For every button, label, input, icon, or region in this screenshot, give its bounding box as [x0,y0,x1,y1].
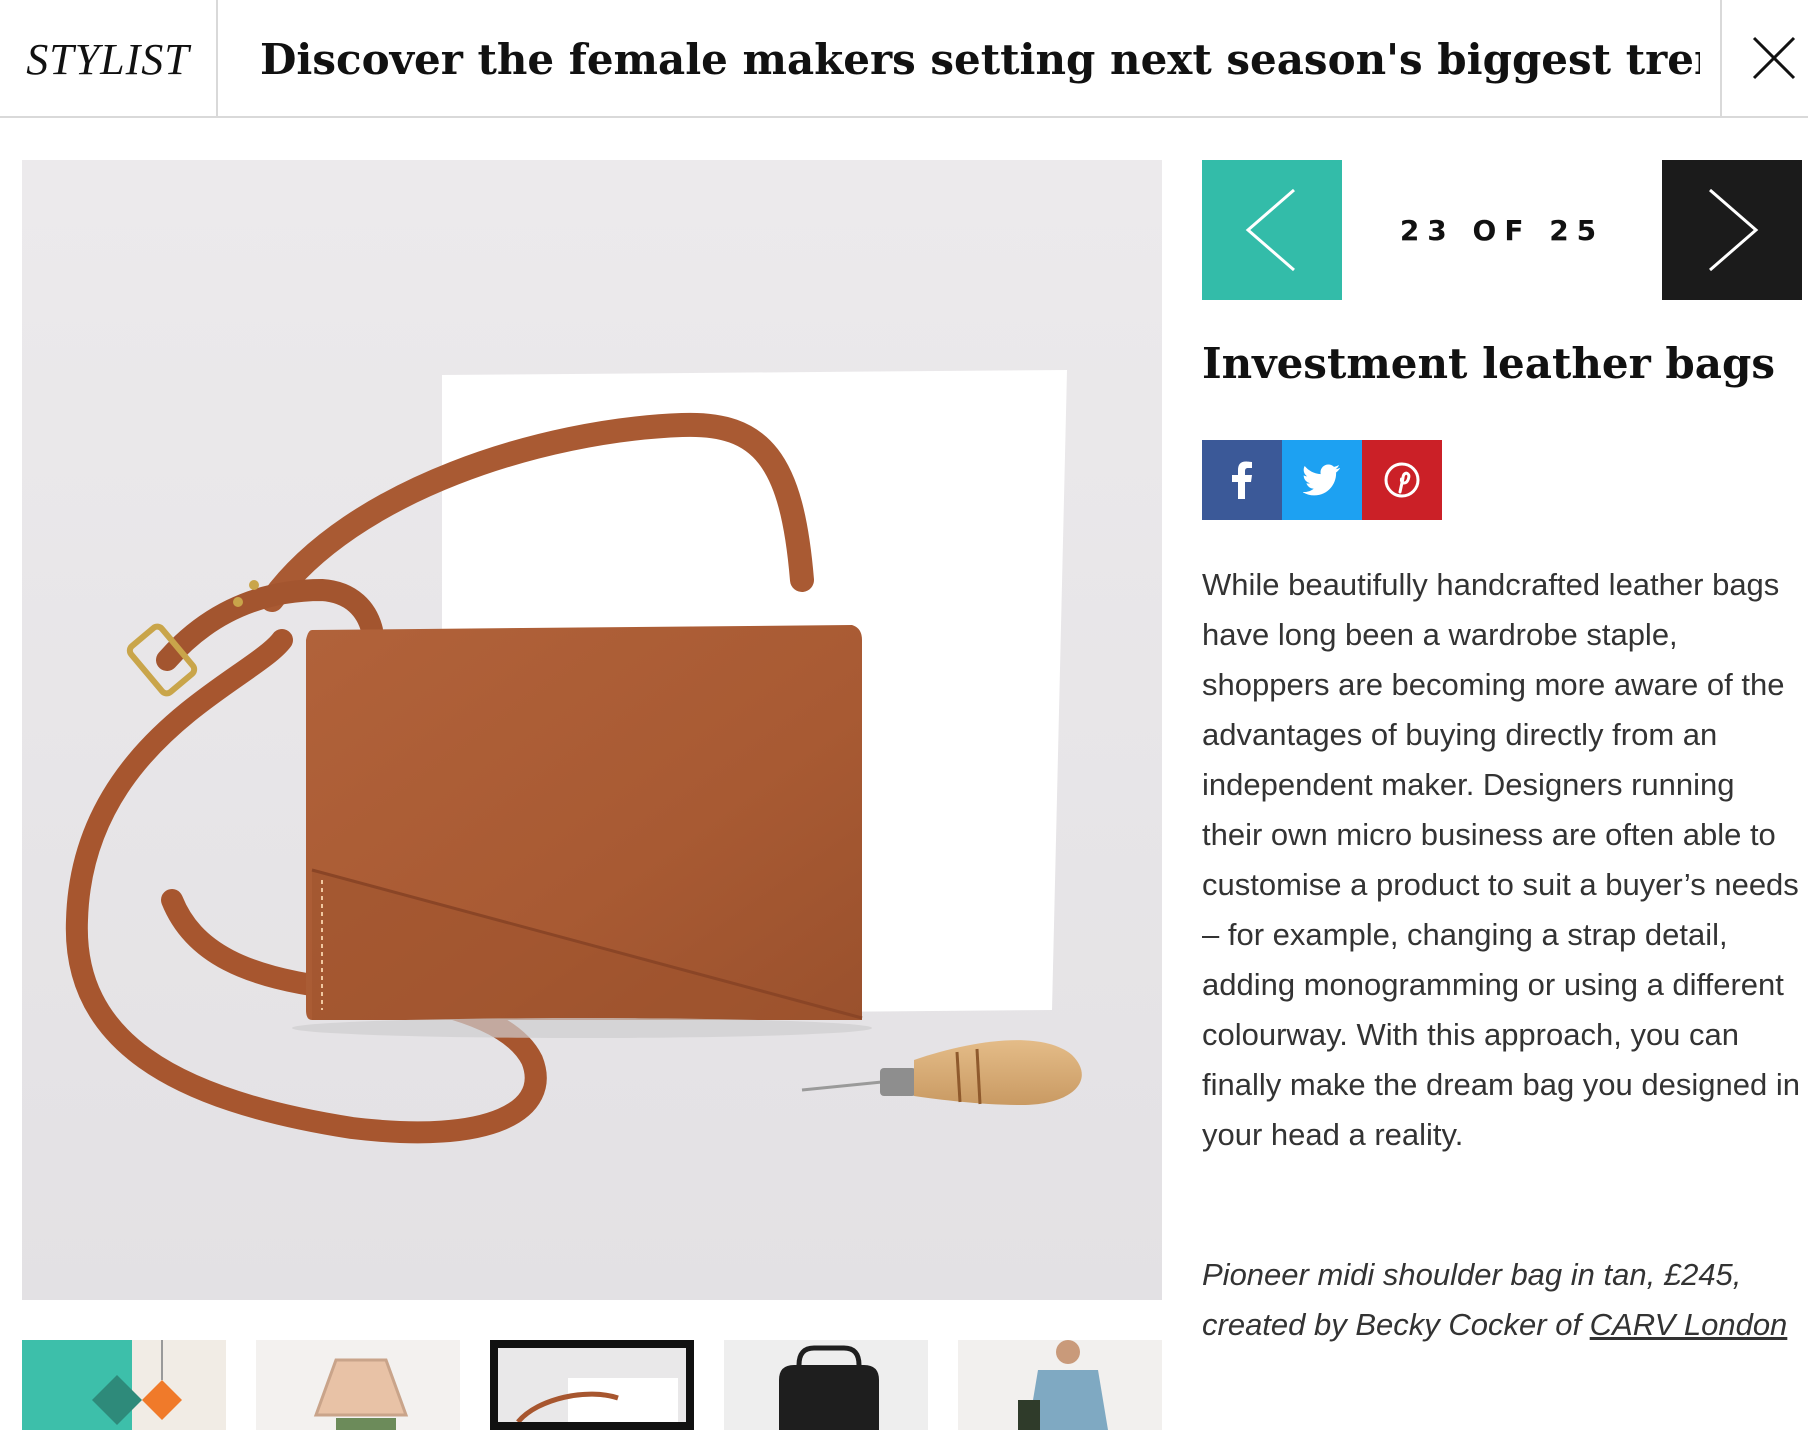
thumbnail-4[interactable] [724,1340,928,1430]
header: STYLIST Discover the female makers setti… [0,0,1808,118]
thumbnail-3[interactable] [490,1340,694,1430]
carv-london-link[interactable]: CARV London [1590,1307,1788,1342]
next-slide-button[interactable] [1662,160,1802,300]
stylist-logo[interactable]: STYLIST [0,0,218,118]
twitter-icon [1303,464,1340,496]
chevron-left-icon [1245,188,1295,272]
main-gallery-image [22,160,1162,1300]
leather-bag-photo [22,160,1162,1300]
thumbnail-5[interactable] [958,1340,1162,1430]
slide-title: Investment leather bags [1202,339,1775,388]
thumbnail-strip [22,1340,1162,1430]
thumbnail-1[interactable] [22,1340,226,1430]
page-title: Discover the female makers setting next … [260,34,1700,84]
previous-slide-button[interactable] [1202,160,1342,300]
slide-counter: 23 OF 25 [1399,213,1605,247]
slide-description: While beautifully handcrafted leather ba… [1202,567,1800,1152]
chevron-right-icon [1709,188,1759,272]
pinterest-icon [1384,462,1420,498]
facebook-share-button[interactable] [1202,440,1282,520]
product-caption: Pioneer midi shoulder bag in tan, £245, … [1202,1250,1802,1350]
twitter-share-button[interactable] [1282,440,1362,520]
close-icon [1752,36,1796,80]
share-buttons [1202,440,1442,520]
facebook-icon [1232,461,1252,499]
close-button[interactable] [1720,0,1808,118]
pinterest-share-button[interactable] [1362,440,1442,520]
thumbnail-2[interactable] [256,1340,460,1430]
